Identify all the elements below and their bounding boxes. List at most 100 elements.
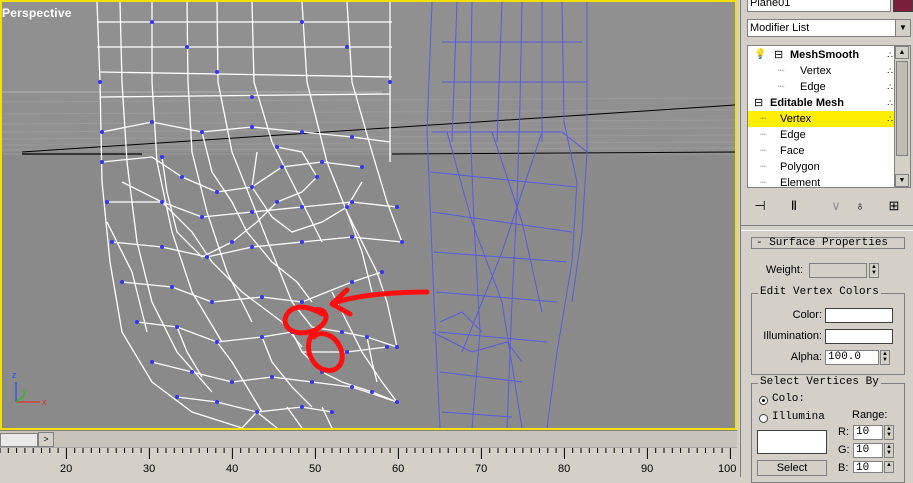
time-slider[interactable]: > [0,430,737,447]
collapse-toggle-icon[interactable]: ⊟ [774,47,783,63]
axis-y-label: y [22,386,27,396]
axis-x-label: x [42,397,47,407]
time-slider-track[interactable] [0,433,38,447]
object-name-field[interactable]: Plane01 [747,0,891,12]
b-label: B: [838,462,849,474]
stack-item-label: Edge [800,81,826,93]
weight-spinner[interactable]: ▲ ▼ [869,263,879,278]
scroll-down-icon[interactable]: ▼ [895,174,909,187]
alpha-field[interactable]: 100.0 [825,350,879,365]
remove-modifier-icon[interactable]: ♁ [851,197,869,215]
show-end-result-icon[interactable]: Ⅱ [785,197,803,215]
stack-item-editable-mesh-element[interactable]: ┈ Element [748,175,896,188]
stack-item-editable-mesh-face[interactable]: ┈ Face [748,143,896,159]
stack-scrollbar[interactable]: ▲ ▼ [894,46,910,187]
tree-branch-icon: ┈ [760,129,767,141]
lightbulb-icon[interactable]: 💡 [754,47,766,63]
red-annotation [282,287,430,373]
modifier-list-dropdown[interactable]: Modifier List ▼ [747,19,911,37]
range-b-field[interactable]: 10 [853,461,883,474]
ruler-tick-label: 50 [309,463,322,475]
r-label: R: [838,426,849,438]
tree-branch-icon: ┈ [760,145,767,157]
make-unique-icon[interactable]: ∨ [827,197,845,215]
stack-toolbar: ⊣ Ⅱ ∨ ♁ ⊞ [747,196,911,216]
tree-branch-icon: ┈ [760,161,767,173]
weight-label: Weight: [765,264,803,276]
vertex-color-swatch[interactable] [825,308,893,323]
perspective-viewport[interactable]: z y x Perspective [0,0,737,430]
ruler-tick-label: 70 [475,463,488,475]
axis-tripod [15,382,40,403]
edit-vertex-colors-title: Edit Vertex Colors [758,286,881,298]
subobject-dots-icon: ∴ [887,98,894,108]
command-panel: Plane01 Modifier List ▼ 💡 ⊟ MeshSmooth ∴… [740,0,913,483]
illumination-swatch[interactable] [825,329,893,344]
panel-divider [741,225,913,226]
range-g-field[interactable]: 10 [853,443,883,458]
stack-item-label: Vertex [800,65,832,77]
stack-item-editable-mesh-edge[interactable]: ┈ Edge [748,127,896,143]
scroll-up-icon[interactable]: ▲ [895,46,909,59]
edit-vertex-colors-group: Edit Vertex Colors Color: Illumination: … [751,286,905,375]
weight-field[interactable] [809,263,867,278]
configure-modifier-sets-icon[interactable]: ⊞ [885,197,903,215]
ruler-tick-label: 100 [718,463,737,475]
stack-item-label: Face [780,145,805,157]
tree-branch-icon: ┈ [760,113,767,125]
stack-item-editable-mesh-vertex[interactable]: ┈ Vertex ∴ [748,111,896,127]
select-button[interactable]: Select [757,460,827,476]
time-next-button[interactable]: > [38,432,54,447]
surface-properties-rollout: - Surface Properties Weight: ▲ ▼ Edit Ver… [741,230,913,483]
select-color-swatch[interactable] [757,430,827,454]
stack-item-meshsmooth[interactable]: 💡 ⊟ MeshSmooth ∴ [748,47,896,63]
illumination-radio[interactable] [759,414,768,423]
ruler-tick-label: 60 [392,463,405,475]
ruler-ticks [0,447,737,459]
range-label: Range: [852,409,888,421]
color-radio[interactable] [759,396,768,405]
modifier-stack[interactable]: 💡 ⊟ MeshSmooth ∴ ┈ Vertex ∴ ┈ Edge ∴ ⊟ E… [747,45,911,188]
ruler-tick-label: 20 [60,463,73,475]
chevron-down-icon[interactable]: ▼ [895,20,910,36]
select-vertices-by-group: Select Vertices By Colo: Illumina Range:… [751,376,905,483]
ruler-tick-label: 40 [226,463,239,475]
ruler-tick-label: 90 [641,463,654,475]
stack-item-meshsmooth-edge[interactable]: ┈ Edge ∴ [748,79,896,95]
range-r-field[interactable]: 10 [853,425,883,440]
viewport-label[interactable]: Perspective [2,6,72,20]
viewport-canvas[interactable]: z y x [2,2,735,428]
alpha-label: Alpha: [790,351,822,363]
stack-item-label: MeshSmooth [790,49,860,61]
range-g-spinner[interactable]: ▲ ▼ [884,443,894,458]
scrollbar-thumb[interactable] [896,61,908,156]
g-label: G: [838,444,850,456]
subobject-dots-icon: ∴ [887,66,894,76]
stack-item-label: Polygon [780,161,820,173]
surface-properties-header[interactable]: - Surface Properties [751,237,905,249]
axis-z-label: z [12,370,17,380]
stack-item-editable-mesh-polygon[interactable]: ┈ Polygon [748,159,896,175]
collapse-toggle-icon[interactable]: ⊟ [754,95,763,111]
tree-branch-icon: ┈ [778,81,785,93]
illumination-label: Illumination: [763,330,822,342]
color-radio-label: Colo: [772,393,806,405]
modifier-list-label: Modifier List [750,22,810,34]
alpha-spinner[interactable]: ▲ ▼ [880,350,890,365]
stack-item-meshsmooth-vertex[interactable]: ┈ Vertex ∴ [748,63,896,79]
stack-item-label: Edge [780,129,806,141]
range-b-spinner[interactable]: ▲ [884,461,894,473]
pin-stack-icon[interactable]: ⊣ [751,197,769,215]
range-r-spinner[interactable]: ▲ ▼ [884,425,894,440]
select-vertices-by-title: Select Vertices By [758,376,881,388]
stack-item-label: Vertex [780,113,812,125]
track-bar-ruler[interactable]: 20 30 40 50 60 70 80 90 100 [0,447,737,477]
ground-grid [2,2,735,155]
subobject-dots-icon: ∴ [887,114,894,124]
object-color-swatch[interactable] [893,0,913,12]
stack-item-label: Element [780,177,821,188]
tree-branch-icon: ┈ [778,65,785,77]
stack-item-editable-mesh[interactable]: ⊟ Editable Mesh ∴ [748,95,896,111]
illumination-radio-label: Illumina [772,411,825,423]
subobject-dots-icon: ∴ [887,50,894,60]
